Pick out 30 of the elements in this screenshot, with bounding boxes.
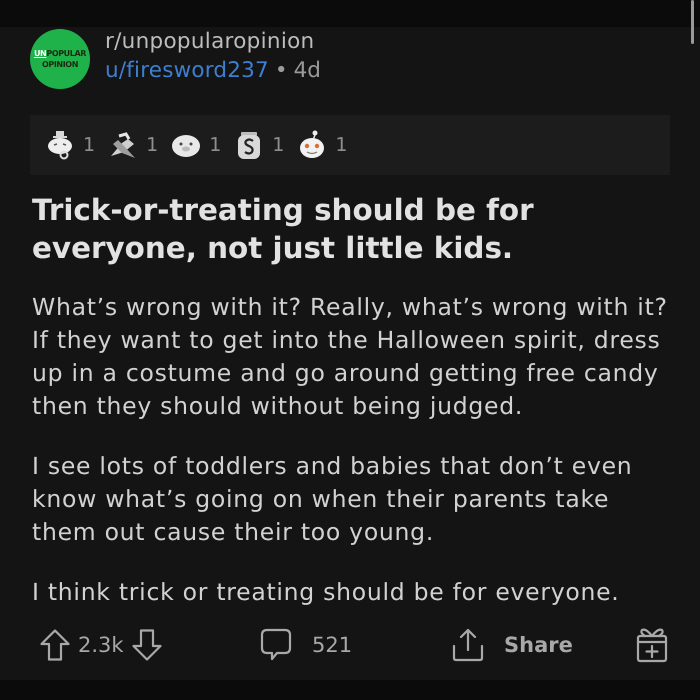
post-paragraph: I think trick or treating should be for everyone. — [32, 577, 620, 608]
award-count: 1 — [83, 134, 96, 156]
downvote-icon — [132, 629, 162, 661]
subreddit-name[interactable]: r/unpopularopinion — [105, 28, 321, 54]
logo-text: OPINION — [42, 59, 78, 70]
award-count: 1 — [335, 134, 348, 156]
share-button[interactable]: Share — [452, 628, 573, 662]
vote-score: 2.3k — [78, 633, 124, 657]
awards-bar[interactable]: 1 1 1 1 1 — [30, 115, 670, 175]
upvote-button[interactable] — [40, 629, 70, 661]
comment-icon — [260, 628, 292, 662]
separator-dot: • — [274, 58, 288, 84]
scrollbar-thumb[interactable] — [691, 0, 694, 44]
top-hat-face-icon — [45, 130, 75, 160]
comments-button[interactable]: 521 — [260, 628, 452, 662]
post-title: Trick-or-treating should be for everyone, not just little kids. — [32, 192, 535, 267]
post-paragraph: What’s wrong with it? Really, what’s wrong with it? If they want to get into the Halloween spirit, dress up in a costume and go around getting free candy then they should without being judged. — [32, 292, 669, 422]
award-count: 1 — [209, 134, 222, 156]
award-count: 1 — [146, 134, 158, 156]
upvote-icon — [40, 629, 70, 661]
logo-text: UNPOPULAR — [34, 48, 86, 59]
award-button[interactable] — [636, 627, 668, 663]
post-age: 4d — [294, 58, 321, 84]
downvote-button[interactable] — [132, 629, 162, 661]
award-count: 1 — [272, 134, 284, 156]
gift-plus-icon — [636, 627, 668, 663]
subreddit-logo[interactable]: UNPOPULAR OPINION — [30, 29, 90, 89]
post-paragraph: I see lots of toddlers and babies that don’t even know what’s going on when their parents take them out cause their too young. — [32, 451, 634, 548]
username-link[interactable]: u/firesword237 — [105, 58, 269, 84]
share-icon — [452, 628, 484, 662]
